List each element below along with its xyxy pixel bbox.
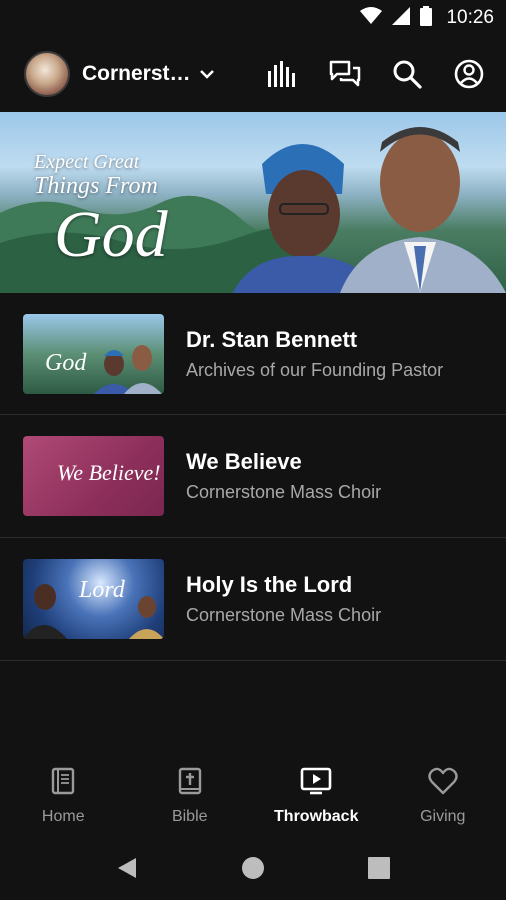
chevron-down-icon[interactable] xyxy=(199,69,215,79)
home-circle-icon[interactable] xyxy=(190,856,316,880)
nav-throwback-label: Throwback xyxy=(274,808,359,825)
church-avatar[interactable] xyxy=(24,51,70,97)
hero-line-1: Expect Great xyxy=(34,151,140,173)
item-subtitle: Cornerstone Mass Choir xyxy=(186,482,382,502)
church-name[interactable]: Cornerst… xyxy=(82,62,191,86)
search-icon[interactable] xyxy=(390,57,424,91)
content-list: God Dr. Stan Bennett Archives of our Fou… xyxy=(0,293,506,661)
book-icon xyxy=(49,767,77,800)
list-item[interactable]: We Believe! We Believe Cornerstone Mass … xyxy=(0,415,506,538)
list-item[interactable]: God Dr. Stan Bennett Archives of our Fou… xyxy=(0,293,506,415)
signal-icon xyxy=(392,6,411,30)
item-title: Dr. Stan Bennett xyxy=(186,326,358,352)
thumbnail-text: God xyxy=(45,349,87,376)
bible-icon xyxy=(176,767,204,800)
app-bar: Cornerst… xyxy=(0,36,506,112)
item-title: We Believe xyxy=(186,449,302,474)
status-time: 10:26 xyxy=(446,7,494,28)
hero-line-3: God xyxy=(54,198,168,271)
hero-title: Expect Great Things From God xyxy=(34,152,234,268)
recents-square-icon[interactable] xyxy=(316,856,442,879)
nav-bible-label: Bible xyxy=(171,808,208,825)
back-icon[interactable] xyxy=(64,856,190,880)
nav-giving-label: Giving xyxy=(420,808,466,825)
nav-giving[interactable]: Giving xyxy=(380,757,506,835)
nav-throwback[interactable]: Throwback xyxy=(253,757,380,835)
item-subtitle: Cornerstone Mass Choir xyxy=(186,605,382,625)
hero-banner[interactable]: Expect Great Things From God xyxy=(0,112,506,293)
nav-home-label: Home xyxy=(41,808,85,825)
thumbnail: We Believe! xyxy=(23,436,164,516)
system-navigation-bar xyxy=(0,835,506,900)
list-item[interactable]: Lord Holy Is the Lord Cornerstone Mass C… xyxy=(0,538,506,661)
hero-line-2: Things From xyxy=(34,173,158,199)
thumbnail: Lord xyxy=(23,559,164,639)
tv-play-icon xyxy=(300,767,332,800)
battery-icon xyxy=(420,5,433,31)
equalizer-icon[interactable] xyxy=(266,57,300,91)
item-subtitle: Archives of our Founding Pastor xyxy=(186,359,444,380)
status-bar: 10:26 xyxy=(0,0,506,36)
nav-bible[interactable]: Bible xyxy=(127,757,254,835)
account-icon[interactable] xyxy=(452,57,486,91)
thumbnail: God xyxy=(23,313,164,394)
item-title: Holy Is the Lord xyxy=(186,572,353,597)
nav-home[interactable]: Home xyxy=(0,757,127,835)
person-photo-man xyxy=(340,127,506,293)
wifi-icon xyxy=(360,6,383,30)
thumbnail-text: We Believe! xyxy=(57,460,161,485)
bottom-navigation: Home Bible Throwback Giving xyxy=(0,757,506,835)
heart-icon xyxy=(428,767,458,800)
chat-icon[interactable] xyxy=(328,57,362,91)
